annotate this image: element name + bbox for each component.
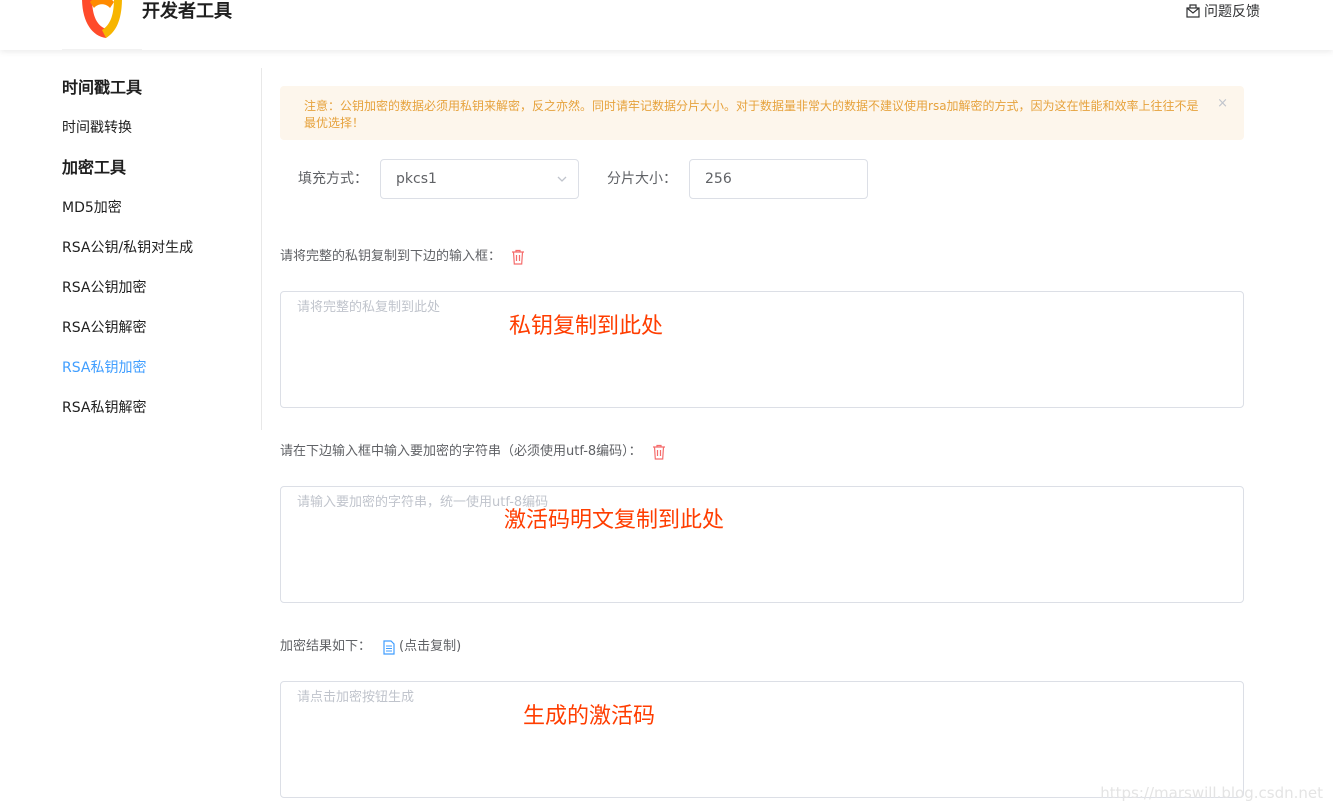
result-label: 加密结果如下：: [280, 639, 372, 654]
result-label-row: 加密结果如下： (点击复制): [280, 637, 461, 657]
private-key-textarea[interactable]: [280, 291, 1244, 408]
chevron-down-icon: [557, 176, 567, 182]
private-key-label: 请将完整的私钥复制到下边的输入框：: [280, 249, 502, 264]
watermark: https://marswill.blog.csdn.net: [1100, 784, 1323, 802]
chunk-size-label: 分片大小：: [607, 171, 677, 187]
document-icon: [383, 639, 395, 655]
top-header: 开发者工具 问题反馈: [0, 0, 1333, 51]
padding-select-value: pkcs1: [396, 171, 437, 187]
close-icon[interactable]: ×: [1217, 95, 1228, 112]
result-textarea[interactable]: [280, 681, 1244, 798]
sidebar-item-timestamp-convert[interactable]: 时间戳转换: [62, 118, 132, 138]
sidebar-item-rsa-private-decrypt[interactable]: RSA私钥解密: [62, 398, 146, 418]
sidebar-group-timestamp: 时间戳工具: [62, 78, 143, 97]
padding-select[interactable]: pkcs1: [380, 159, 579, 199]
sidebar-item-rsa-private-encrypt[interactable]: RSA私钥加密: [62, 358, 146, 378]
chunk-size-input[interactable]: [689, 159, 868, 199]
warning-alert: 注意：公钥加密的数据必须用私钥来解密，反之亦然。同时请牢记数据分片大小。对于数据…: [280, 86, 1244, 140]
delete-icon[interactable]: [652, 444, 666, 460]
plaintext-label-row: 请在下边输入框中输入要加密的字符串（必须使用utf-8编码）：: [280, 442, 666, 462]
padding-label: 填充方式：: [298, 171, 368, 187]
sidebar-group-encrypt: 加密工具: [62, 158, 127, 177]
feedback-link[interactable]: 问题反馈: [1186, 2, 1260, 20]
sidebar-item-rsa-public-encrypt[interactable]: RSA公钥加密: [62, 278, 146, 298]
feedback-icon: [1186, 4, 1200, 18]
plaintext-label: 请在下边输入框中输入要加密的字符串（必须使用utf-8编码）：: [280, 444, 642, 459]
delete-icon[interactable]: [511, 249, 525, 265]
sidebar-item-md5[interactable]: MD5加密: [62, 198, 122, 218]
sidebar: 时间戳工具 时间戳转换 加密工具 MD5加密 RSA公钥/私钥对生成 RSA公钥…: [0, 68, 262, 430]
feedback-label: 问题反馈: [1204, 4, 1260, 20]
copy-label: (点击复制): [399, 639, 462, 654]
app-title: 开发者工具: [142, 1, 232, 22]
private-key-label-row: 请将完整的私钥复制到下边的输入框：: [280, 247, 525, 267]
copy-result-button[interactable]: (点击复制): [383, 637, 461, 657]
sidebar-item-rsa-keypair[interactable]: RSA公钥/私钥对生成: [62, 238, 193, 258]
sidebar-item-rsa-public-decrypt[interactable]: RSA公钥解密: [62, 318, 146, 338]
app-logo[interactable]: [76, 0, 128, 42]
plaintext-textarea[interactable]: [280, 486, 1244, 603]
header-underline: [62, 49, 142, 51]
alert-text: 注意：公钥加密的数据必须用私钥来解密，反之亦然。同时请牢记数据分片大小。对于数据…: [304, 99, 1199, 130]
